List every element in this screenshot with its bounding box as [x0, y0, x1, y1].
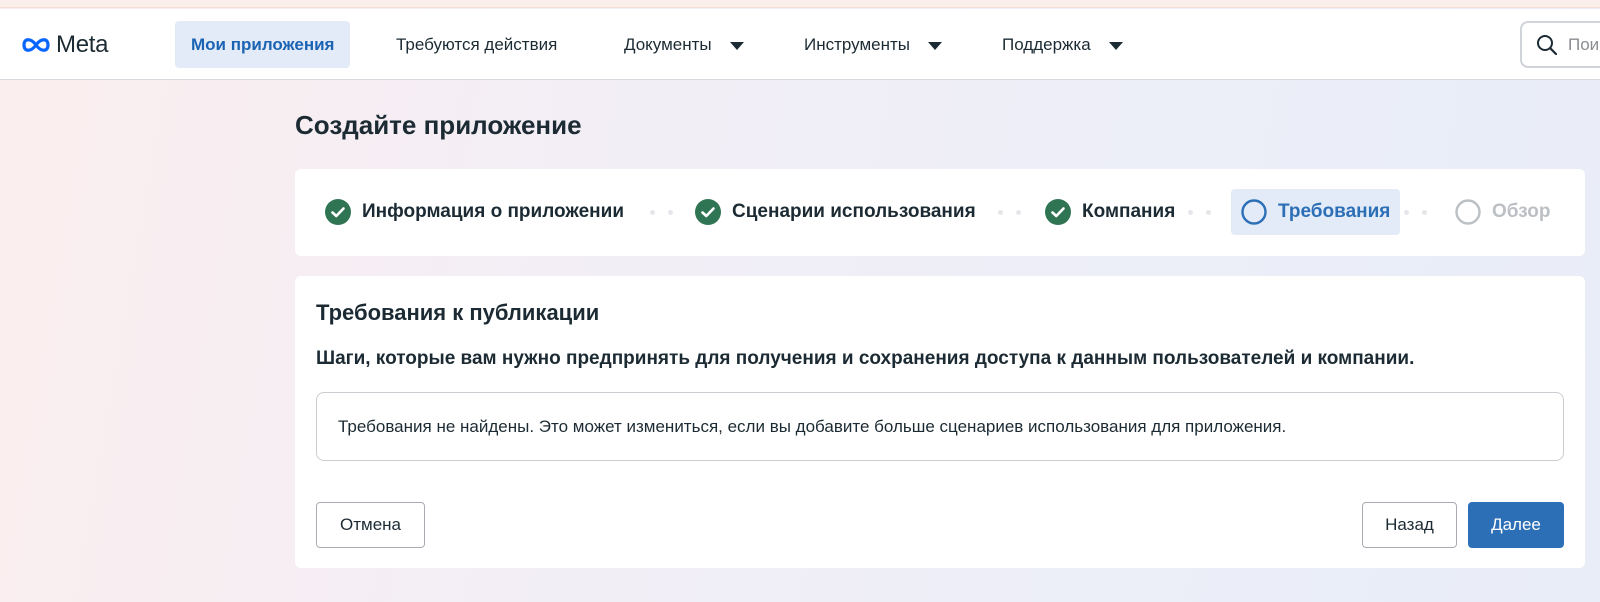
check-circle-icon — [325, 199, 351, 225]
caret-down-icon — [729, 41, 744, 50]
nav-actions-required[interactable]: Требуются действия — [396, 21, 557, 68]
search-placeholder: Пои — [1568, 34, 1600, 54]
empty-circle-icon — [1241, 199, 1267, 225]
card-title: Требования к публикации — [316, 300, 600, 325]
step-requirements[interactable]: Требования — [1231, 189, 1401, 235]
step-connector — [650, 210, 673, 215]
back-button[interactable]: Назад — [1362, 502, 1457, 548]
step-label: Информация о приложении — [362, 201, 625, 222]
nav-my-apps-label: Мои приложения — [191, 34, 335, 54]
nav-tools-label: Инструменты — [804, 34, 911, 54]
card-subtitle: Шаги, которые вам нужно предпринять для … — [316, 348, 1415, 369]
check-circle-icon — [695, 199, 721, 225]
top-strip — [0, 0, 1600, 8]
step-connector — [1188, 210, 1211, 215]
step-label: Сценарии использования — [732, 201, 976, 222]
nav-tools[interactable]: Инструменты — [804, 21, 943, 68]
create-app-stepper: Информация о приложении Сценарии использ… — [295, 169, 1585, 256]
step-review[interactable]: Обзор — [1455, 189, 1550, 235]
step-connector — [1404, 210, 1427, 215]
caret-down-icon — [1108, 41, 1123, 50]
requirements-notice: Требования не найдены. Это может изменит… — [316, 392, 1564, 461]
caret-down-icon — [928, 41, 943, 50]
top-navbar: Meta Мои приложения Требуются действия Д… — [0, 9, 1600, 80]
nav-my-apps[interactable]: Мои приложения — [175, 21, 351, 68]
meta-logo-text: Meta — [56, 31, 109, 58]
step-company[interactable]: Компания — [1045, 189, 1175, 235]
nav-support-label: Поддержка — [1002, 34, 1091, 54]
publication-requirements-card: Требования к публикации Шаги, которые ва… — [295, 276, 1585, 568]
search-input[interactable]: Пои — [1520, 21, 1600, 68]
empty-circle-icon — [1455, 199, 1481, 225]
cancel-button[interactable]: Отмена — [316, 502, 425, 548]
step-use-cases[interactable]: Сценарии использования — [695, 189, 976, 235]
meta-infinity-icon — [22, 38, 50, 52]
meta-logo[interactable]: Meta — [20, 31, 108, 59]
next-button[interactable]: Далее — [1468, 502, 1564, 548]
step-label: Требования — [1278, 201, 1391, 222]
nav-documents[interactable]: Документы — [624, 21, 744, 68]
check-circle-icon — [1045, 199, 1071, 225]
nav-support[interactable]: Поддержка — [1002, 21, 1123, 68]
nav-documents-label: Документы — [624, 34, 712, 54]
step-app-info[interactable]: Информация о приложении — [325, 189, 624, 235]
step-connector — [998, 210, 1021, 215]
step-label: Компания — [1082, 201, 1176, 222]
notice-text: Требования не найдены. Это может изменит… — [338, 416, 1287, 436]
search-icon — [1537, 34, 1558, 55]
step-label: Обзор — [1492, 201, 1551, 222]
page-title: Создайте приложение — [295, 110, 582, 140]
nav-actions-required-label: Требуются действия — [396, 34, 558, 54]
